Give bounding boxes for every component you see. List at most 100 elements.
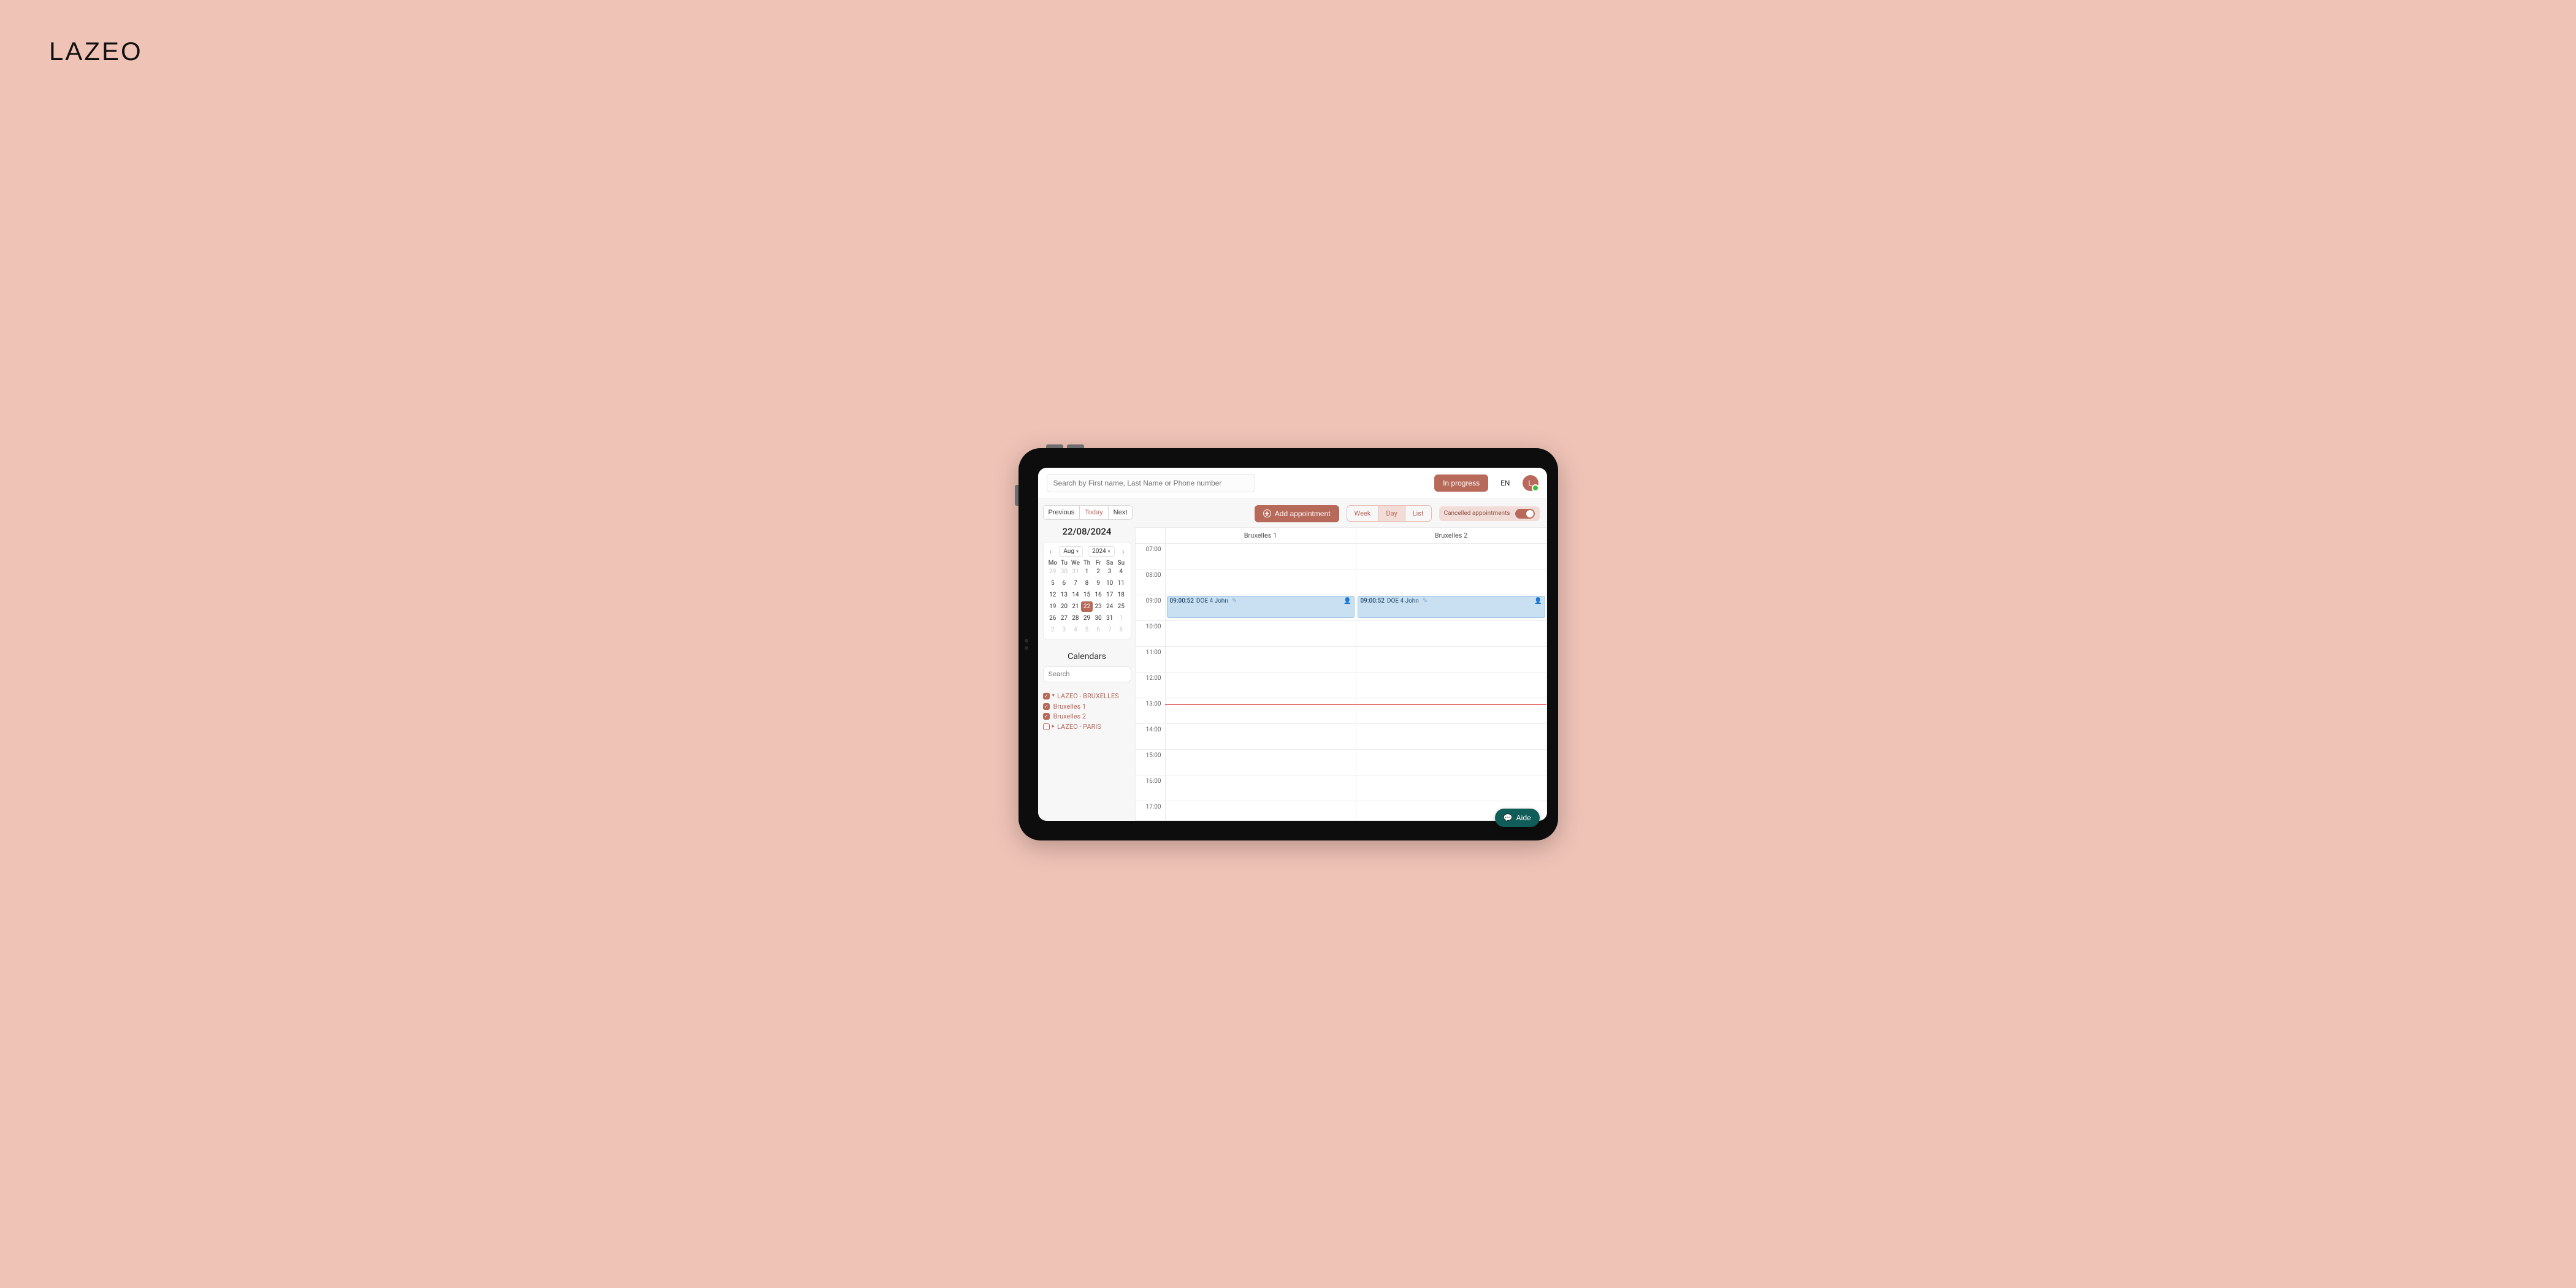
appointment-block[interactable]: 09:00:52 DOE 4 John✎👤	[1358, 596, 1545, 618]
previous-button[interactable]: Previous	[1043, 505, 1080, 520]
calendar-day[interactable]: 30	[1093, 613, 1104, 623]
calendar-cell[interactable]: 09:00:52 DOE 4 John✎👤	[1165, 595, 1356, 620]
calendar-day[interactable]: 7	[1104, 625, 1115, 635]
chevron-down-icon[interactable]: ▾	[1052, 693, 1055, 699]
calendar-day[interactable]: 23	[1093, 601, 1104, 612]
calendar-day[interactable]: 5	[1081, 625, 1093, 635]
calendar-day[interactable]: 6	[1058, 578, 1070, 589]
calendar-group[interactable]: ✓▾LAZEO - BRUXELLES	[1043, 692, 1131, 700]
calendar-day[interactable]: 16	[1093, 590, 1104, 600]
calendar-day[interactable]: 3	[1104, 566, 1115, 577]
calendar-cell[interactable]	[1356, 621, 1546, 646]
calendar-cell[interactable]	[1165, 647, 1356, 672]
calendar-cell[interactable]	[1165, 544, 1356, 569]
chevron-down-icon[interactable]: ▸	[1052, 723, 1055, 730]
calendar-day[interactable]: 6	[1093, 625, 1104, 635]
calendar-cell[interactable]	[1165, 775, 1356, 801]
calendar-day[interactable]: 19	[1047, 601, 1059, 612]
calendar-day[interactable]: 24	[1104, 601, 1115, 612]
calendar-cell[interactable]	[1356, 775, 1546, 801]
calendar-day[interactable]: 29	[1047, 566, 1059, 577]
calendar-day[interactable]: 11	[1115, 578, 1127, 589]
calendar-day[interactable]: 5	[1047, 578, 1059, 589]
calendar-day[interactable]: 12	[1047, 590, 1059, 600]
calendar-day[interactable]: 15	[1081, 590, 1093, 600]
calendar-day[interactable]: 10	[1104, 578, 1115, 589]
calendar-day[interactable]: 7	[1070, 578, 1082, 589]
avatar[interactable]: L	[1523, 475, 1538, 491]
calendar-day[interactable]: 21	[1070, 601, 1082, 612]
tablet-frame: In progress EN L Previous Today Next 22/…	[1019, 448, 1558, 840]
calendar-cell[interactable]	[1165, 750, 1356, 775]
calendar-cell[interactable]	[1165, 673, 1356, 698]
calendar-day[interactable]: 4	[1070, 625, 1082, 635]
calendar-day[interactable]: 20	[1058, 601, 1070, 612]
prev-month-button[interactable]: ‹	[1047, 546, 1055, 557]
calendar-body[interactable]: 07:0008:0009:0009:00:52 DOE 4 John✎👤09:0…	[1136, 544, 1546, 820]
calendar-day[interactable]: 2	[1093, 566, 1104, 577]
calendar-header-row: Bruxelles 1 Bruxelles 2	[1136, 528, 1546, 544]
today-button[interactable]: Today	[1080, 505, 1108, 520]
calendar-day[interactable]: 30	[1058, 566, 1070, 577]
calendar-day[interactable]: 14	[1070, 590, 1082, 600]
view-week[interactable]: Week	[1347, 506, 1378, 521]
calendar-day[interactable]: 27	[1058, 613, 1070, 623]
calendar-cell[interactable]	[1165, 621, 1356, 646]
chat-icon: 💬	[1504, 814, 1513, 821]
calendar-cell[interactable]	[1356, 724, 1546, 749]
calendar-cell[interactable]	[1165, 724, 1356, 749]
year-select[interactable]: 2024▾	[1088, 546, 1115, 557]
view-list[interactable]: List	[1405, 506, 1431, 521]
calendar-cell[interactable]	[1165, 570, 1356, 595]
calendar-day[interactable]: 29	[1081, 613, 1093, 623]
calendar-cell[interactable]	[1356, 544, 1546, 569]
calendar-day[interactable]: 1	[1081, 566, 1093, 577]
calendar-day[interactable]: 31	[1070, 566, 1082, 577]
calendar-cell[interactable]: 09:00:52 DOE 4 John✎👤	[1356, 595, 1546, 620]
calendar-day[interactable]: 13	[1058, 590, 1070, 600]
calendar-day[interactable]: 8	[1115, 625, 1127, 635]
calendar-group[interactable]: ▸LAZEO - PARIS	[1043, 723, 1131, 731]
in-progress-button[interactable]: In progress	[1434, 474, 1488, 492]
next-button[interactable]: Next	[1109, 505, 1133, 520]
calendar-search-input[interactable]	[1043, 666, 1131, 682]
calendar-cell[interactable]	[1165, 801, 1356, 820]
calendar-cell[interactable]	[1356, 698, 1546, 723]
calendar-day[interactable]: 9	[1093, 578, 1104, 589]
calendar-day[interactable]: 26	[1047, 613, 1059, 623]
month-select[interactable]: Aug▾	[1059, 546, 1083, 557]
appointment-block[interactable]: 09:00:52 DOE 4 John✎👤	[1167, 596, 1355, 618]
calendar-day[interactable]: 8	[1081, 578, 1093, 589]
calendar-cell[interactable]	[1165, 698, 1356, 723]
calendar-cell[interactable]	[1356, 647, 1546, 672]
cancelled-toggle[interactable]	[1515, 509, 1535, 519]
calendar-day[interactable]: 31	[1104, 613, 1115, 623]
calendar-day[interactable]: 28	[1070, 613, 1082, 623]
language-select[interactable]: EN	[1496, 479, 1515, 487]
checkbox-icon[interactable]: ✓	[1043, 703, 1050, 710]
calendar-day[interactable]: 25	[1115, 601, 1127, 612]
calendar-day[interactable]: 18	[1115, 590, 1127, 600]
calendar-day[interactable]: 3	[1058, 625, 1070, 635]
view-day[interactable]: Day	[1378, 506, 1404, 521]
edit-icon[interactable]: ✎	[1423, 598, 1428, 604]
checkbox-icon[interactable]	[1043, 723, 1050, 730]
calendar-child[interactable]: ✓Bruxelles 1	[1043, 703, 1131, 711]
edit-icon[interactable]: ✎	[1232, 598, 1237, 604]
calendar-child[interactable]: ✓Bruxelles 2	[1043, 712, 1131, 720]
calendar-day[interactable]: 1	[1115, 613, 1127, 623]
calendar-day[interactable]: 17	[1104, 590, 1115, 600]
calendar-cell[interactable]	[1356, 673, 1546, 698]
calendar-cell[interactable]	[1356, 570, 1546, 595]
add-appointment-button[interactable]: Add appointment	[1255, 505, 1339, 522]
search-input[interactable]	[1047, 474, 1255, 492]
chat-fab[interactable]: 💬 Aide	[1495, 809, 1540, 821]
checkbox-icon[interactable]: ✓	[1043, 713, 1050, 720]
checkbox-icon[interactable]: ✓	[1043, 693, 1050, 699]
next-month-button[interactable]: ›	[1120, 546, 1127, 557]
calendar-day[interactable]: 2	[1047, 625, 1059, 635]
mini-calendar: ‹ Aug▾ 2024▾ › MoTuWeThFrSaSu 2930311234…	[1043, 542, 1131, 639]
calendar-day[interactable]: 4	[1115, 566, 1127, 577]
calendar-cell[interactable]	[1356, 750, 1546, 775]
calendar-day[interactable]: 22	[1081, 601, 1093, 612]
